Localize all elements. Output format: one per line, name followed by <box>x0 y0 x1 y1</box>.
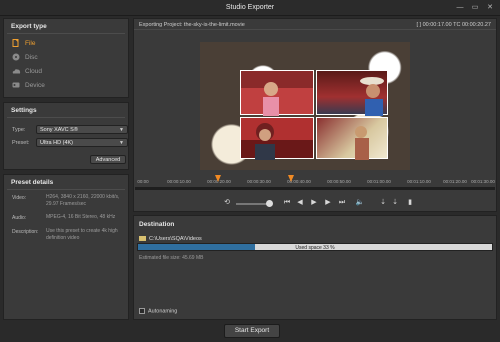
checkbox-icon <box>139 308 145 314</box>
mark-out-icon[interactable]: ⇣ <box>390 198 400 208</box>
video-value: H264, 3840 x 2160, 22000 kbit/s, 29.97 F… <box>46 194 120 207</box>
preset-select[interactable]: Ultra HD (4K) ▼ <box>36 138 128 147</box>
timeline-tick: 00:00:30.00 <box>247 179 271 184</box>
video-collage-tile <box>316 70 388 116</box>
timeline-tick: 00:01:30.00 <box>471 179 495 184</box>
export-type-device-label: Device <box>25 82 45 89</box>
preset-details-title: Preset details <box>11 179 54 186</box>
export-type-file-label: File <box>25 40 36 47</box>
advanced-button[interactable]: Advanced <box>90 155 126 164</box>
destination-title: Destination <box>139 221 175 228</box>
mark-out-handle[interactable] <box>288 175 294 182</box>
type-label: Type: <box>12 127 26 133</box>
destination-panel <box>133 215 497 320</box>
type-select[interactable]: Sony XAVC S® ▼ <box>36 125 128 134</box>
play-icon[interactable]: ▶ <box>309 198 319 208</box>
settings-panel: Settings Type: Sony XAVC S® ▼ Preset: Ul… <box>3 102 129 170</box>
divider <box>7 33 125 34</box>
cloud-icon <box>12 67 21 75</box>
description-value: Use this preset to create 4k high defini… <box>46 228 118 241</box>
settings-title: Settings <box>11 107 37 114</box>
export-type-disc[interactable]: Disc <box>12 52 38 63</box>
shuttle-knob[interactable] <box>266 200 273 207</box>
audio-value: MPEG-4, 16 Bit Stereo, 48 kHz <box>46 214 116 220</box>
close-button[interactable]: ✕ <box>484 3 496 12</box>
timeline-tick: 00:00 <box>137 179 149 184</box>
divider <box>7 117 125 118</box>
export-type-cloud-label: Cloud <box>25 68 42 75</box>
export-type-cloud[interactable]: Cloud <box>12 66 42 77</box>
maximize-button[interactable]: ▭ <box>469 3 481 12</box>
title-bar: Studio Exporter — ▭ ✕ <box>0 0 500 16</box>
step-back-icon[interactable]: ◀ <box>295 198 305 208</box>
go-to-start-icon[interactable]: ⏮ <box>282 198 292 208</box>
preview-header: Exporting Project: the-sky-is-the-limit.… <box>134 19 496 30</box>
timeline-track[interactable] <box>135 187 495 190</box>
preset-select-value: Ultra HD (4K) <box>40 140 74 146</box>
volume-icon[interactable]: 🔈 <box>355 198 365 208</box>
chevron-down-icon: ▼ <box>119 140 124 146</box>
timeline-ruler[interactable]: 00:00 00:00:10.00 00:00:20.00 00:00:30.0… <box>135 178 495 190</box>
disc-icon <box>12 53 21 61</box>
video-preview[interactable] <box>200 42 410 170</box>
mark-in-icon[interactable]: ⇣ <box>378 198 388 208</box>
video-collage-tile <box>240 117 314 160</box>
destination-folder[interactable]: C:\Users\SQA\Videos <box>139 236 202 242</box>
minimize-button[interactable]: — <box>454 3 466 12</box>
loop-icon[interactable]: ⟲ <box>222 198 232 208</box>
start-export-button[interactable]: Start Export <box>224 324 280 338</box>
video-label: Video: <box>12 195 27 201</box>
used-space-label: Used space 33 % <box>295 244 335 251</box>
autonaming-label: Autonaming <box>148 308 178 315</box>
audio-label: Audio: <box>12 215 27 221</box>
timeline-tick: 00:00:50.00 <box>327 179 351 184</box>
window-title: Studio Exporter <box>225 4 275 11</box>
device-icon <box>12 81 21 89</box>
export-type-title: Export type <box>11 23 47 30</box>
go-to-end-icon[interactable]: ⏭ <box>337 198 347 208</box>
preset-label: Preset: <box>12 140 30 146</box>
timeline-tick: 00:01:00.00 <box>367 179 391 184</box>
destination-folder-path: C:\Users\SQA\Videos <box>149 236 202 242</box>
fullscreen-icon[interactable]: ▮ <box>405 198 415 208</box>
used-space-bar: Used space 33 % <box>137 243 493 251</box>
estimated-file-size: Estimated file size: 45.69 MB <box>139 255 204 261</box>
mark-in-handle[interactable] <box>215 175 221 182</box>
timeline-tick: 00:01:20.00 <box>443 179 467 184</box>
folder-icon <box>139 236 146 242</box>
divider <box>7 189 125 190</box>
step-forward-icon[interactable]: ▶ <box>323 198 333 208</box>
timeline-tick: 00:01:10.00 <box>407 179 431 184</box>
description-label: Description: <box>12 229 39 235</box>
export-type-file[interactable]: File <box>12 38 35 49</box>
type-select-value: Sony XAVC S® <box>40 127 78 133</box>
shuttle-track[interactable] <box>236 203 268 205</box>
project-name: Exporting Project: the-sky-is-the-limit.… <box>139 22 245 28</box>
video-collage-tile <box>316 117 388 160</box>
timeline-tick: 00:00:10.00 <box>167 179 191 184</box>
export-type-panel: Export type File Disc Cloud Device <box>3 18 129 98</box>
autonaming-checkbox[interactable]: Autonaming <box>139 308 177 314</box>
video-collage-tile <box>240 70 314 116</box>
timecode-display: [ ] 00:00:17.00 TC 00:00:20.27 <box>416 22 491 28</box>
export-type-disc-label: Disc <box>25 54 38 61</box>
chevron-down-icon: ▼ <box>119 127 124 133</box>
preset-details-panel: Preset details Video: H264, 3840 x 2160,… <box>3 174 129 320</box>
file-icon <box>12 39 21 48</box>
export-type-device[interactable]: Device <box>12 80 45 91</box>
